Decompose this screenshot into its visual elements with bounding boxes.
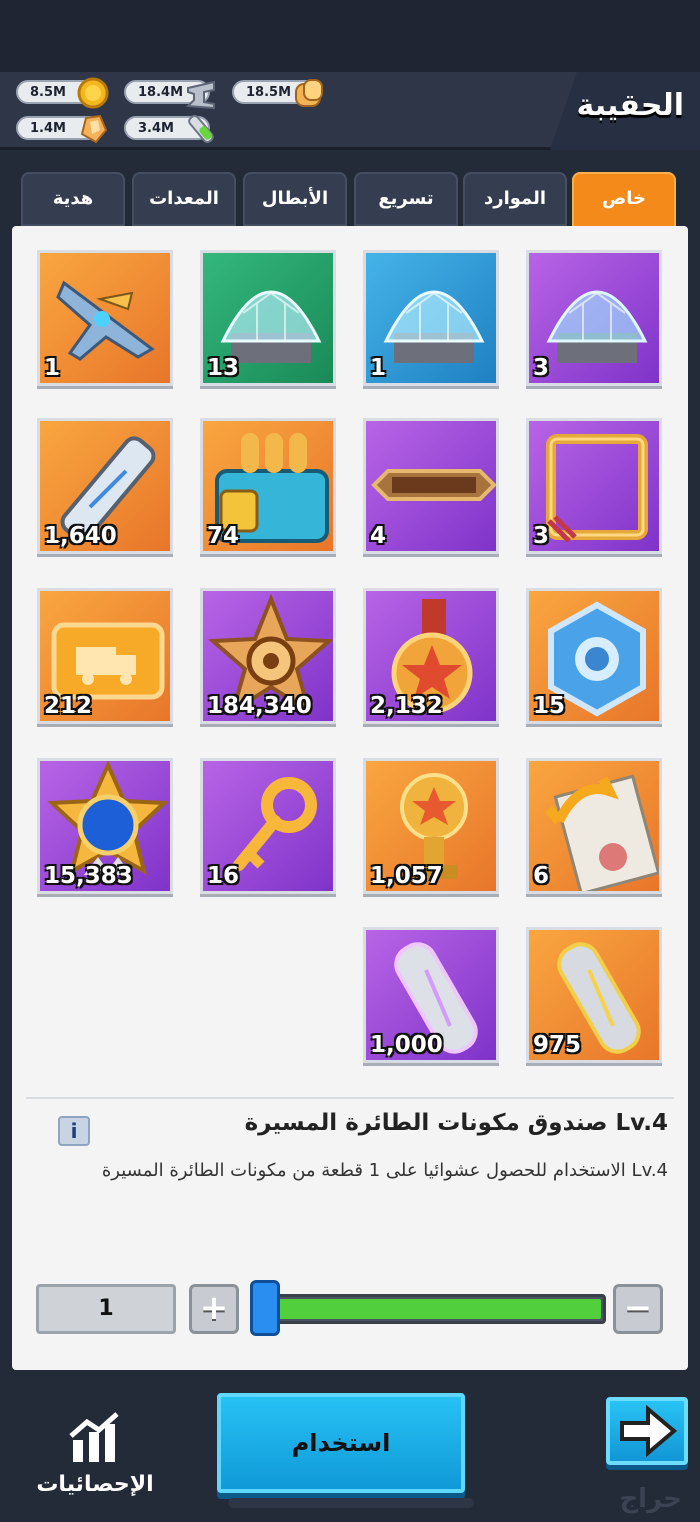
item-count: 3 (533, 355, 550, 381)
item-count: 13 (207, 355, 240, 381)
item-count: 1,000 (370, 1032, 443, 1058)
inventory-item[interactable]: 74 (200, 418, 336, 554)
item-count: 1 (44, 355, 61, 381)
quantity-value[interactable]: 1 (36, 1284, 176, 1334)
inventory-item[interactable]: 15,383 (37, 758, 173, 894)
item-count: 2,132 (370, 693, 443, 719)
tab-resources[interactable]: الموارد (463, 172, 567, 226)
status-bar-area (0, 0, 700, 72)
bread-icon (295, 79, 323, 107)
item-count: 4 (370, 523, 387, 549)
inventory-item[interactable]: 1,640 (37, 418, 173, 554)
inventory-item[interactable]: 6 (526, 758, 662, 894)
inventory-item[interactable]: 15 (526, 588, 662, 724)
next-button[interactable] (606, 1397, 688, 1465)
use-button[interactable]: استخدام (217, 1393, 465, 1493)
stats-label: الإحصائيات (36, 1472, 154, 1497)
resource-tube-value: 3.4M (138, 121, 174, 136)
inventory-item[interactable]: 13 (200, 250, 336, 386)
divider (26, 1097, 674, 1099)
inventory-item[interactable]: 1,000 (363, 927, 499, 1063)
inventory-item[interactable]: 1,057 (363, 758, 499, 894)
item-count: 184,340 (207, 693, 312, 719)
gold-coin-icon (77, 77, 109, 109)
item-count: 6 (533, 863, 550, 889)
inventory-item[interactable]: 3 (526, 418, 662, 554)
resource-crystal-value: 1.4M (30, 121, 66, 136)
resource-food[interactable]: 18.5M (232, 79, 323, 107)
inventory-item[interactable]: 3 (526, 250, 662, 386)
item-count: 212 (44, 693, 93, 719)
resource-gold-value: 8.5M (30, 85, 66, 100)
resource-iron-value: 18.4M (138, 85, 184, 100)
iron-ingot-icon (185, 80, 215, 110)
arrow-right-icon (620, 1404, 678, 1458)
resource-gold[interactable]: 8.5M (16, 77, 109, 109)
inventory-item[interactable]: 16 (200, 758, 336, 894)
tab-heroes[interactable]: الأبطال (243, 172, 347, 226)
info-button[interactable]: i (58, 1116, 90, 1146)
item-count: 975 (533, 1032, 582, 1058)
quantity-slider-handle[interactable] (250, 1280, 280, 1336)
item-count: 15,383 (44, 863, 133, 889)
inventory-item[interactable]: 1 (37, 250, 173, 386)
quantity-slider-fill (267, 1299, 601, 1319)
resource-food-value: 18.5M (246, 85, 292, 100)
item-count: 15 (533, 693, 566, 719)
stats-button[interactable]: الإحصائيات (30, 1410, 160, 1497)
tab-gift[interactable]: هدية (21, 172, 125, 226)
inventory-item[interactable]: 975 (526, 927, 662, 1063)
tab-speedup[interactable]: تسريع (354, 172, 458, 226)
item-count: 74 (207, 523, 240, 549)
tab-special[interactable]: خاص (572, 172, 676, 240)
quantity-slider-track[interactable] (262, 1294, 606, 1324)
resource-tube[interactable]: 3.4M (124, 114, 214, 144)
item-count: 1,057 (370, 863, 443, 889)
test-tube-icon (188, 114, 214, 144)
inventory-item[interactable]: 4 (363, 418, 499, 554)
stats-chart-icon (69, 1412, 119, 1462)
inventory-item[interactable]: 184,340 (200, 588, 336, 724)
minus-button[interactable]: − (613, 1284, 663, 1334)
selected-item-name: صندوق مكونات الطائرة المسيرة Lv.4 (244, 1110, 668, 1136)
resource-crystal[interactable]: 1.4M (16, 114, 108, 144)
item-count: 3 (533, 523, 550, 549)
resource-iron[interactable]: 18.4M (124, 80, 215, 110)
plus-button[interactable]: + (189, 1284, 239, 1334)
inventory-item[interactable]: 2,132 (363, 588, 499, 724)
inventory-item[interactable]: 1 (363, 250, 499, 386)
page-title: الحقيبة (576, 88, 684, 123)
watermark: حراج (619, 1484, 682, 1514)
item-count: 16 (207, 863, 240, 889)
inventory-item[interactable]: 212 (37, 588, 173, 724)
home-indicator (228, 1498, 474, 1508)
tab-equipment[interactable]: المعدات (132, 172, 236, 226)
crystal-icon (80, 114, 108, 144)
item-count: 1 (370, 355, 387, 381)
item-count: 1,640 (44, 523, 117, 549)
selected-item-description: الاستخدام للحصول عشوائيا على 1 قطعة من م… (101, 1160, 668, 1181)
